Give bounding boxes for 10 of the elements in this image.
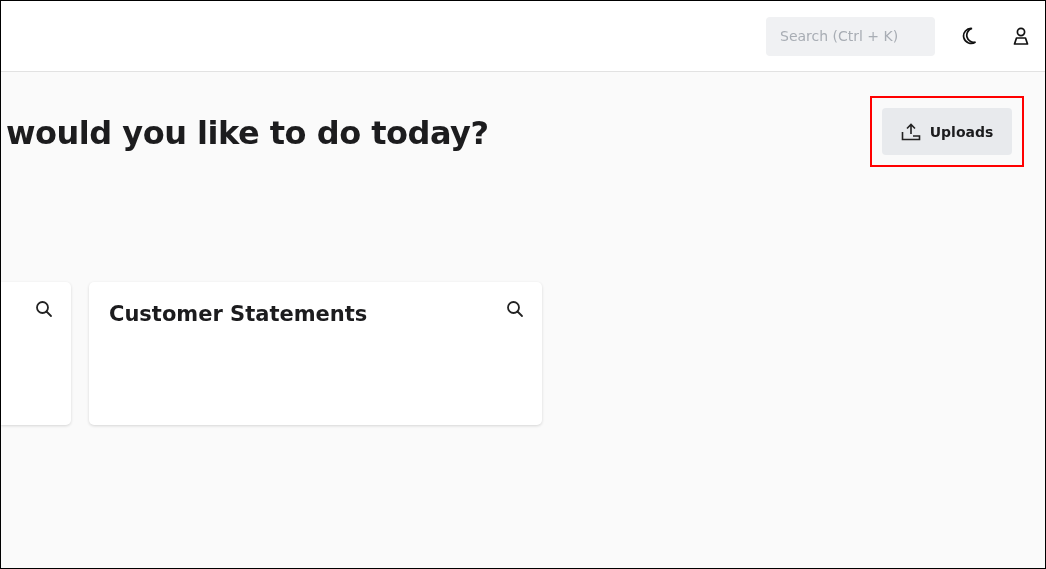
search-icon[interactable]	[506, 300, 524, 318]
uploads-button[interactable]: Uploads	[882, 108, 1012, 155]
card-title: Customer Statements	[109, 302, 368, 326]
search-field[interactable]: Search (Ctrl + K)	[766, 16, 935, 56]
card[interactable]: Customer Statements	[89, 282, 542, 425]
user-icon[interactable]	[1013, 27, 1029, 45]
moon-icon[interactable]	[961, 27, 977, 45]
page-heading: would you like to do today?	[6, 114, 489, 152]
upload-icon	[900, 122, 921, 141]
search-icon[interactable]	[35, 300, 53, 318]
